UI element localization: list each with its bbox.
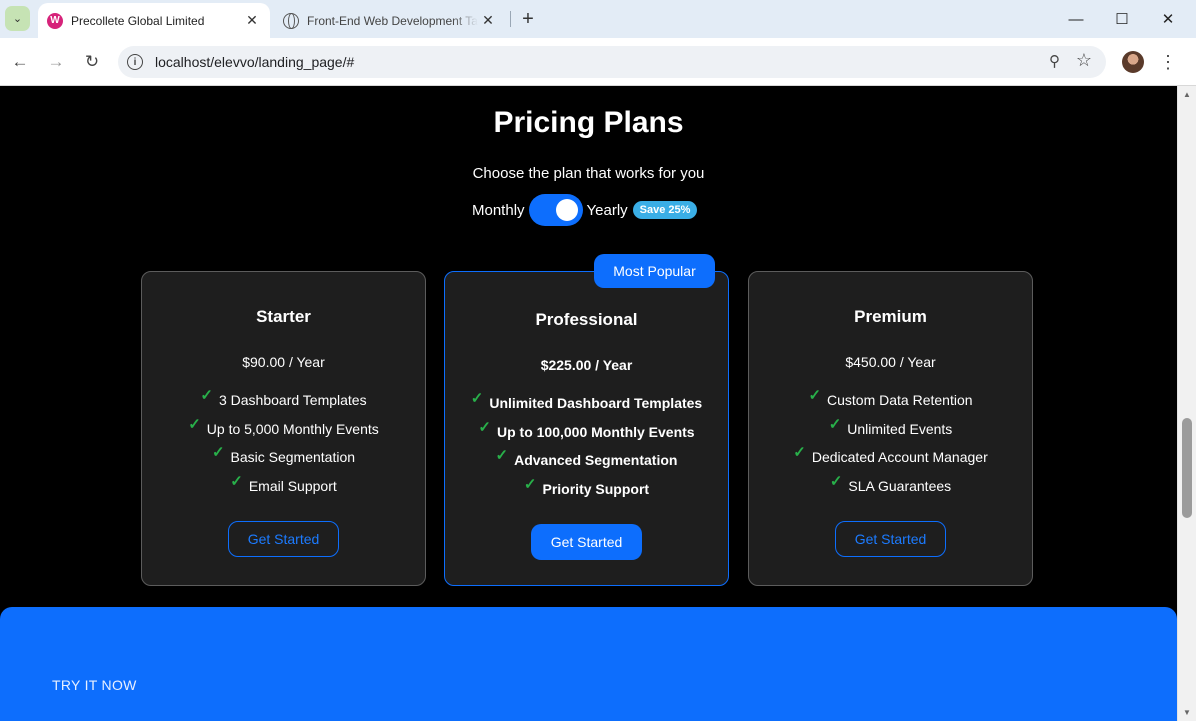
feature-text: Basic Segmentation (230, 449, 356, 466)
save-badge: Save 25% (632, 201, 698, 219)
plan-name: Starter (256, 307, 311, 326)
page-viewport: Pricing Plans Choose the plan that works… (0, 86, 1177, 721)
scroll-down-icon[interactable]: ▼ (1183, 708, 1191, 717)
more-menu-icon[interactable]: ⋮ (1159, 50, 1177, 74)
check-icon: ✓ (200, 387, 213, 404)
feature-text: Custom Data Retention (827, 392, 973, 408)
feature-list: ✓ 3 Dashboard Templates ✓ Up to 5,000 Mont… (142, 387, 425, 507)
chevron-down-icon: ⌄ (12, 13, 23, 25)
feature-item: ✓ Priority Support (445, 476, 728, 510)
feature-item: ✓ SLA Guarantees (749, 473, 1032, 507)
check-icon: ✓ (478, 418, 491, 436)
billing-toggle[interactable] (528, 194, 583, 226)
tab-divider (510, 11, 511, 27)
feature-item: ✓ Up to 100,000 Monthly Events (445, 419, 728, 453)
scroll-thumb[interactable] (1182, 418, 1192, 518)
feature-text: Advanced Segmentation (514, 452, 678, 469)
feature-text: Dedicated Account Manager (811, 449, 988, 466)
check-icon: ✓ (828, 415, 842, 433)
check-icon: ✓ (793, 444, 806, 462)
site-info-icon[interactable]: i (127, 54, 143, 70)
check-icon: ✓ (230, 473, 243, 491)
feature-text: Email Support (248, 478, 337, 495)
get-started-button-professional[interactable]: Get Started (531, 524, 642, 560)
zoom-icon[interactable]: ⚲ (1049, 52, 1060, 70)
feature-text: Up to 5,000 Monthly Events (206, 420, 379, 437)
billing-toggle-row: Monthly Yearly Save 25% (472, 193, 698, 227)
get-started-button-premium[interactable]: Get Started (835, 521, 946, 557)
toggle-knob[interactable] (555, 199, 578, 221)
feature-text: Unlimited Dashboard Templates (489, 395, 703, 411)
forward-icon[interactable]: → (44, 50, 68, 74)
most-popular-badge: Most Popular (594, 254, 715, 288)
feature-list: ✓ Unlimited Dashboard Templates ✓ Up to 10… (445, 390, 728, 510)
profile-avatar[interactable] (1122, 51, 1144, 73)
close-window-button[interactable]: ✕ (1145, 0, 1191, 38)
maximize-button[interactable]: ☐ (1099, 0, 1145, 38)
tab-strip: ⌄ W Precollete Global Limited ✕ Front-En… (0, 0, 1196, 38)
plan-card-premium: Premium $450.00 / Year ✓ Custom Data Rete… (748, 271, 1033, 586)
plan-name: Premium (854, 307, 927, 326)
globe-icon (283, 12, 299, 29)
get-started-button-starter[interactable]: Get Started (228, 521, 339, 557)
close-tab-icon[interactable]: ✕ (242, 11, 262, 31)
close-tab-icon[interactable]: ✕ (478, 11, 498, 31)
browser-toolbar: ← → ↻ i localhost/elevvo/landing_page/# … (0, 38, 1196, 86)
minimize-button[interactable]: — (1053, 0, 1099, 38)
monthly-label[interactable]: Monthly (472, 202, 525, 219)
check-icon: ✓ (188, 415, 201, 433)
reload-icon[interactable]: ↻ (80, 50, 104, 74)
feature-text: 3 Dashboard Templates (218, 392, 367, 408)
tab-title: Front-End Web Development Tasks (307, 13, 478, 28)
feature-text: Priority Support (542, 481, 650, 498)
feature-item: ✓ Up to 5,000 Monthly Events (142, 416, 425, 450)
check-icon: ✓ (211, 444, 225, 462)
feature-item: ✓ Unlimited Events (749, 416, 1032, 450)
feature-text: Up to 100,000 Monthly Events (496, 423, 695, 440)
address-bar[interactable]: i localhost/elevvo/landing_page/# ⚲ ☆ (118, 46, 1106, 78)
tab-title: Precollete Global Limited (71, 13, 205, 28)
plan-name: Professional (535, 310, 638, 329)
new-tab-button[interactable]: + (516, 8, 540, 30)
feature-text: Unlimited Events (847, 420, 953, 437)
plan-price: $90.00 / Year (242, 354, 325, 370)
feature-item: ✓ Dedicated Account Manager (749, 444, 1032, 478)
feature-list: ✓ Custom Data Retention ✓ Unlimited Events… (749, 387, 1032, 507)
back-icon[interactable]: ← (8, 50, 32, 74)
page-subtitle: Choose the plan that works for you (472, 165, 705, 182)
bookmark-star-icon[interactable]: ☆ (1076, 50, 1092, 71)
feature-text: SLA Guarantees (848, 478, 952, 495)
page-scrollbar[interactable]: ▲ ▼ (1177, 86, 1196, 721)
page-title: Pricing Plans (493, 106, 684, 139)
feature-item: ✓ Email Support (142, 473, 425, 507)
check-icon: ✓ (495, 447, 509, 465)
feature-item: ✓ Advanced Segmentation (445, 447, 728, 481)
check-icon: ✓ (808, 387, 822, 404)
feature-item: ✓ Custom Data Retention (749, 387, 1032, 421)
url-text[interactable]: localhost/elevvo/landing_page/# (155, 54, 354, 70)
plan-card-professional: Professional $225.00 / Year ✓ Unlimited D… (444, 271, 729, 586)
cta-section: TRY IT NOW (0, 607, 1177, 721)
tab-active[interactable]: W Precollete Global Limited ✕ (38, 3, 270, 38)
check-icon: ✓ (523, 476, 537, 494)
feature-item: ✓ Basic Segmentation (142, 444, 425, 478)
tab-inactive[interactable]: Front-End Web Development Tasks ✕ (274, 3, 506, 38)
tab-search-button[interactable]: ⌄ (5, 6, 30, 31)
check-icon: ✓ (470, 390, 484, 407)
plan-price: $225.00 / Year (540, 357, 633, 373)
site-favicon-icon: W (47, 12, 63, 29)
scroll-up-icon[interactable]: ▲ (1183, 90, 1191, 99)
yearly-label[interactable]: Yearly (587, 202, 628, 219)
feature-item: ✓ 3 Dashboard Templates (142, 387, 425, 421)
plan-price: $450.00 / Year (845, 354, 936, 370)
check-icon: ✓ (829, 473, 843, 491)
plan-card-starter: Starter $90.00 / Year ✓ 3 Dashboard Templ… (141, 271, 426, 586)
try-it-now-label: TRY IT NOW (52, 677, 137, 693)
